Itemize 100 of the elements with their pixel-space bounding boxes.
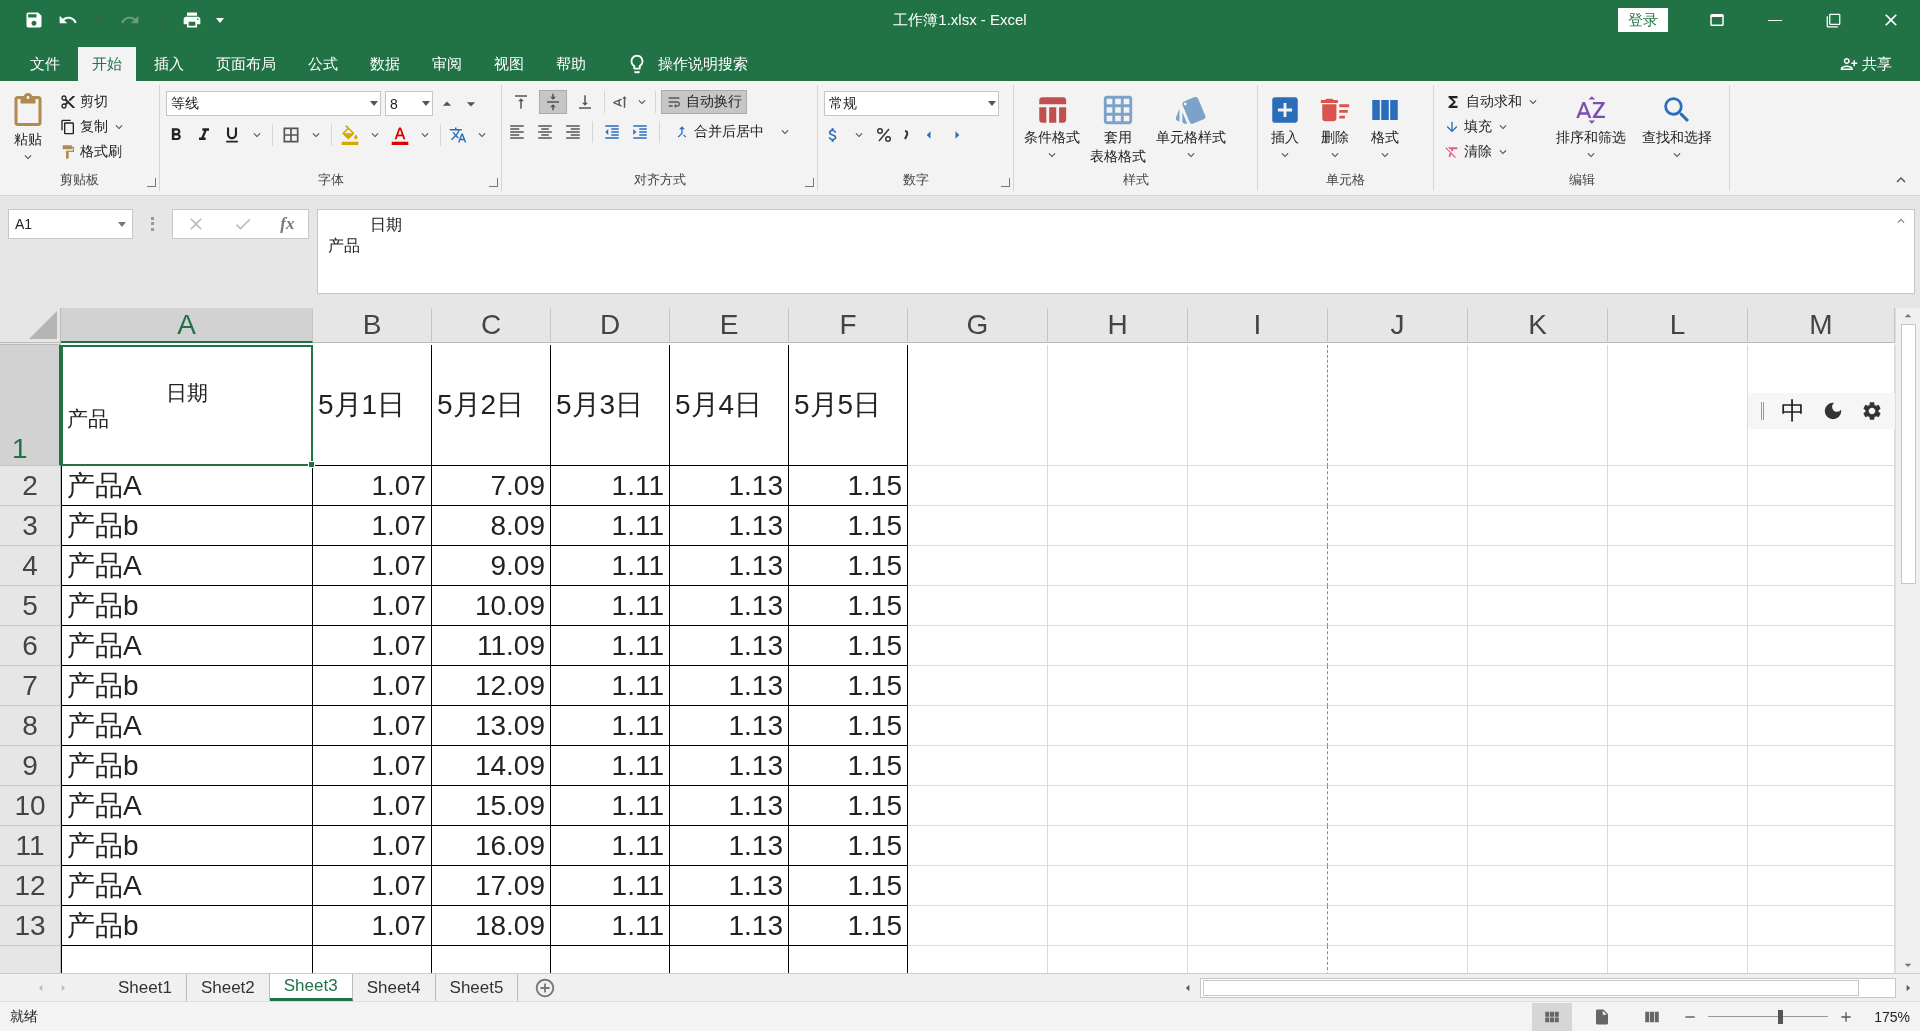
tell-me-search[interactable]: 操作说明搜索 [620, 47, 754, 81]
dropdown-icon[interactable] [370, 101, 378, 106]
column-header[interactable]: K [1468, 308, 1608, 343]
row-header[interactable]: 11 [0, 826, 61, 866]
font-name-field[interactable]: 等线 [166, 91, 381, 116]
font-color-icon[interactable] [390, 125, 410, 145]
column-header[interactable]: C [432, 308, 551, 343]
customize-toolbar-icon[interactable] [216, 17, 224, 23]
dialog-launcher-icon[interactable] [805, 178, 814, 187]
fill-button[interactable]: 填充 [1440, 116, 1544, 138]
font-size-field[interactable]: 8 [385, 91, 433, 116]
row-header[interactable]: 5 [0, 586, 61, 626]
scrollbar-thumb[interactable] [1900, 324, 1916, 584]
align-center-icon[interactable] [536, 123, 554, 141]
ribbon-tab[interactable]: 开始 [78, 47, 136, 81]
column-header[interactable]: D [551, 308, 670, 343]
ribbon-tab[interactable]: 数据 [356, 47, 414, 81]
ribbon-tab[interactable]: 公式 [294, 47, 352, 81]
comma-style-icon[interactable] [902, 128, 910, 142]
format-cells-button[interactable]: 格式 [1364, 91, 1406, 171]
insert-cells-button[interactable]: 插入 [1264, 91, 1306, 171]
phonetic-icon[interactable] [449, 126, 467, 144]
column-header[interactable]: L [1608, 308, 1748, 343]
horizontal-scrollbar[interactable] [1200, 977, 1896, 998]
column-header[interactable]: J [1328, 308, 1468, 343]
autosum-button[interactable]: 自动求和 [1440, 91, 1544, 113]
ribbon-tab[interactable]: 文件 [16, 47, 74, 81]
ribbon-tab[interactable]: 视图 [480, 47, 538, 81]
zoom-slider-thumb[interactable] [1778, 1009, 1784, 1024]
formula-input[interactable]: 日期 产品 [317, 209, 1915, 294]
ribbon-tab[interactable]: 审阅 [418, 47, 476, 81]
column-header[interactable]: M [1748, 308, 1895, 343]
share-button[interactable]: 共享 [1834, 47, 1898, 81]
input-mode-button[interactable]: 中 [1780, 395, 1805, 427]
vertical-scrollbar[interactable] [1895, 308, 1920, 973]
row-header[interactable]: 9 [0, 746, 61, 786]
dialog-launcher-icon[interactable] [147, 178, 156, 187]
ribbon-tab[interactable]: 插入 [140, 47, 198, 81]
row-header[interactable]: 7 [0, 666, 61, 706]
number-format-field[interactable]: 常规 [824, 91, 999, 116]
table-format-button[interactable]: 套用 表格格式 [1086, 91, 1150, 171]
table-cell: 1.07 [313, 786, 432, 826]
column-header[interactable]: B [313, 308, 432, 343]
delete-cells-button[interactable]: 删除 [1314, 91, 1356, 171]
fill-color-icon[interactable] [340, 125, 360, 145]
table-cell: 18.09 [432, 906, 551, 946]
clear-button[interactable]: 清除 [1440, 141, 1544, 163]
column-header[interactable]: F [789, 308, 908, 343]
column-header[interactable]: A [61, 308, 313, 343]
sheet-tab[interactable]: Sheet3 [269, 974, 353, 1001]
settings-icon[interactable] [1860, 400, 1883, 422]
format-painter-button[interactable]: 格式刷 [56, 141, 130, 163]
add-sheet-icon[interactable] [534, 976, 557, 999]
column-header[interactable]: I [1188, 308, 1328, 343]
paste-button[interactable]: 粘贴 [6, 91, 50, 171]
cut-button[interactable]: 剪切 [56, 91, 130, 113]
decrease-indent-icon[interactable] [603, 123, 621, 141]
zoom-percentage[interactable]: 175% [1874, 1008, 1910, 1025]
dialog-launcher-icon[interactable] [1001, 178, 1010, 187]
dropdown-icon[interactable] [988, 101, 996, 106]
name-box[interactable]: A1 [8, 209, 133, 239]
row-header[interactable]: 2 [0, 466, 61, 506]
row-header[interactable]: 3 [0, 506, 61, 546]
align-left-icon[interactable] [508, 123, 526, 141]
increase-indent-icon[interactable] [631, 123, 649, 141]
borders-icon[interactable] [281, 125, 301, 145]
row-header[interactable]: 4 [0, 546, 61, 586]
orientation-icon[interactable] [611, 93, 629, 111]
align-lines-icon [512, 93, 530, 111]
dropdown-icon[interactable] [118, 221, 126, 227]
sort-filter-button[interactable]: 排序和筛选 [1552, 91, 1630, 171]
dialog-launcher-icon[interactable] [489, 178, 498, 187]
row-header[interactable]: 10 [0, 786, 61, 826]
normal-view-button[interactable] [1532, 1002, 1573, 1031]
column-header[interactable]: H [1048, 308, 1188, 343]
row-header[interactable]: 12 [0, 866, 61, 906]
row-header[interactable]: 1 [0, 345, 61, 466]
vertical-align-button[interactable] [540, 91, 566, 113]
wrap-text-button[interactable]: 自动换行 [662, 91, 746, 113]
table-cell: 1.13 [670, 466, 789, 506]
print-preview-icon[interactable] [182, 10, 202, 30]
column-header[interactable]: E [670, 308, 789, 343]
save-icon[interactable] [24, 10, 44, 30]
column-header[interactable]: G [908, 308, 1048, 343]
percent-icon[interactable] [876, 127, 892, 143]
row-header[interactable]: 6 [0, 626, 61, 666]
row-header[interactable]: 8 [0, 706, 61, 746]
cell-styles-button[interactable]: 单元格样式 [1152, 91, 1230, 171]
find-select-button[interactable]: 查找和选择 [1638, 91, 1716, 171]
merge-center-button[interactable]: 合并后居中 [670, 121, 768, 143]
ribbon-tab[interactable]: 帮助 [542, 47, 600, 81]
dropdown-icon[interactable] [422, 101, 430, 106]
login-button[interactable]: 登录 [1618, 8, 1668, 32]
insert-function-button[interactable]: fx [280, 214, 295, 234]
ribbon-tab[interactable]: 页面布局 [202, 47, 290, 81]
align-right-icon[interactable] [564, 123, 582, 141]
selected-cell[interactable]: 日期 产品 [61, 345, 313, 466]
conditional-format-button[interactable]: 条件格式 [1020, 91, 1084, 171]
copy-button[interactable]: 复制 [56, 116, 130, 138]
row-header[interactable]: 13 [0, 906, 61, 946]
